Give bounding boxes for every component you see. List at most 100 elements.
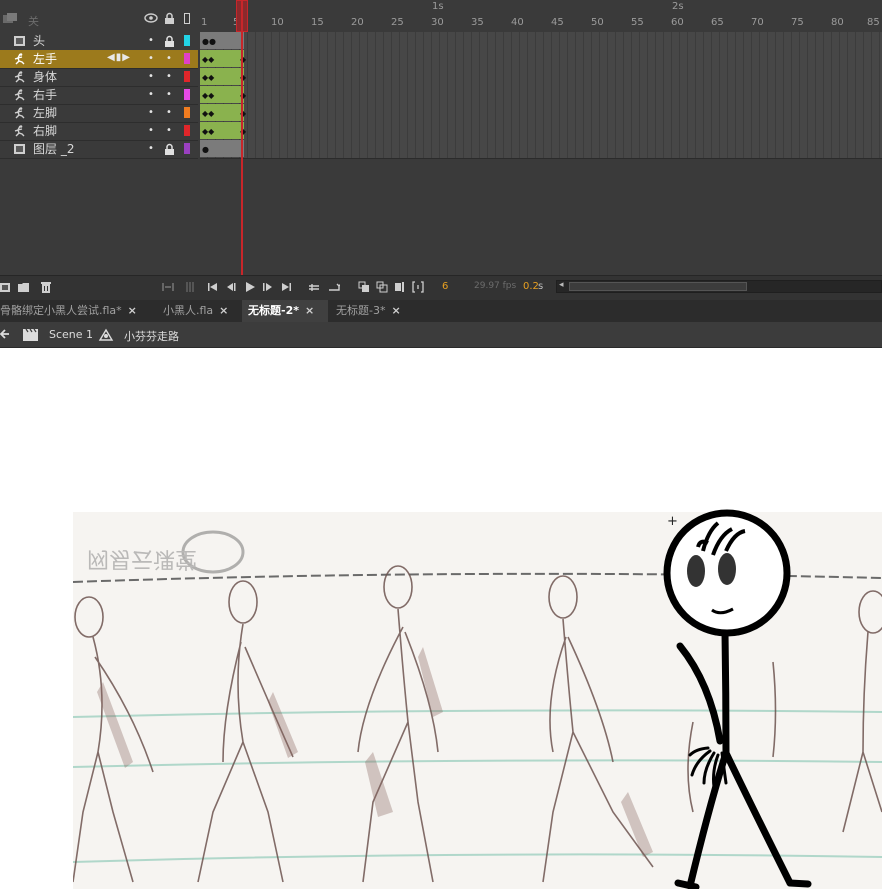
lock-dot[interactable]: • [166, 124, 172, 138]
ruler-number: 1 [201, 17, 208, 28]
document-tab-active[interactable]: 无标题-2* × [242, 300, 328, 322]
static-frame-span[interactable]: ●● [200, 32, 244, 49]
layer-row-left-foot[interactable]: 左脚 • • [0, 104, 198, 123]
layer-color-swatch[interactable] [184, 53, 190, 64]
scrollbar-thumb[interactable] [569, 282, 747, 291]
scroll-left-arrow-icon[interactable]: ◂ [559, 280, 564, 290]
frame-row[interactable]: ◆◆ ◆ [200, 86, 882, 105]
close-tab-icon[interactable]: × [128, 304, 137, 317]
lock-dot[interactable]: • [166, 70, 172, 84]
scene-name[interactable]: Scene 1 [49, 328, 93, 341]
lock-dot[interactable]: • [166, 52, 172, 66]
static-frame-span[interactable]: ● [200, 140, 244, 157]
edit-multiple-frames-icon[interactable] [394, 281, 406, 293]
layer-row-head[interactable]: 头 • [0, 32, 198, 51]
new-folder-icon[interactable] [18, 281, 30, 293]
layer-color-swatch[interactable] [184, 107, 190, 118]
panel-grip-icon[interactable] [184, 281, 196, 293]
pose-tween-span[interactable]: ◆◆ ◆ [200, 104, 246, 121]
frame-row[interactable]: ◆◆ ◆ [200, 122, 882, 141]
frame-ruler[interactable]: 1s 2s 1 5 10 15 20 25 30 35 40 45 50 55 … [200, 0, 882, 33]
layer-color-swatch[interactable] [184, 35, 190, 46]
step-forward-icon[interactable] [262, 281, 274, 293]
center-playhead-icon[interactable] [328, 281, 340, 293]
visibility-dot[interactable]: • [148, 34, 154, 48]
visibility-dot[interactable]: • [148, 106, 154, 120]
play-icon[interactable] [244, 281, 256, 293]
frame-row[interactable]: ◆◆ ◆ [200, 68, 882, 87]
visibility-dot[interactable]: • [148, 70, 154, 84]
onion-outline-icon[interactable] [376, 281, 388, 293]
keyframe[interactable]: ◆◆ [202, 110, 214, 118]
layer-row-right-foot[interactable]: 右脚 • • [0, 122, 198, 141]
keyframe[interactable]: ● [202, 146, 209, 154]
keyframe[interactable]: ●● [202, 38, 216, 46]
bone-layer-icon [14, 89, 25, 101]
outline-all-icon[interactable] [184, 13, 191, 25]
loop-icon[interactable] [308, 281, 320, 293]
onion-skin-icon[interactable] [358, 281, 370, 293]
visibility-dot[interactable]: • [148, 88, 154, 102]
stick-figure-character[interactable] [600, 503, 882, 889]
pose-tween-span[interactable]: ◆◆ ◆ [200, 68, 246, 85]
lock-icon[interactable] [164, 35, 175, 47]
layer-row-left-hand[interactable]: 左手 ◀▮▶ • • [0, 50, 198, 69]
document-tab[interactable]: 小黑人.fla × [157, 300, 234, 322]
document-tab[interactable]: 无标题-3* × [330, 300, 407, 322]
go-to-last-frame-icon[interactable] [280, 281, 292, 293]
close-tab-icon[interactable]: × [219, 304, 228, 317]
go-to-first-frame-icon[interactable] [207, 281, 219, 293]
layer-row-right-hand[interactable]: 右手 • • [0, 86, 198, 105]
show-all-eye-icon[interactable] [144, 13, 158, 23]
center-frame-icon[interactable] [162, 281, 174, 293]
modify-markers-icon[interactable] [412, 281, 424, 293]
close-tab-icon[interactable]: × [305, 304, 314, 317]
frame-grid[interactable]: ●● ◆◆ ◆ ◆◆ ◆ ◆◆ ◆ ◆◆ ◆ ◆◆ ◆ ● [200, 32, 882, 159]
layer-row-layer-2[interactable]: 图层 _2 • [0, 140, 198, 159]
playhead-line[interactable] [241, 0, 243, 300]
symbol-name[interactable]: 小芬芬走路 [124, 328, 179, 344]
lock-icon[interactable] [164, 143, 175, 155]
layer-color-swatch[interactable] [184, 143, 190, 154]
keyframe[interactable]: ◆◆ [202, 56, 214, 64]
frame-row[interactable]: ●● [200, 32, 882, 51]
frame-row[interactable]: ◆◆ ◆ [200, 104, 882, 123]
layer-color-swatch[interactable] [184, 125, 190, 136]
current-frame[interactable]: 6 [442, 281, 448, 292]
step-back-icon[interactable] [225, 281, 237, 293]
layer-row-body[interactable]: 身体 • • [0, 68, 198, 87]
lock-all-icon[interactable] [164, 12, 175, 25]
layer-color-swatch[interactable] [184, 71, 190, 82]
bone-layer-icon [14, 125, 25, 137]
frame-row[interactable]: ◆◆ ◆ [200, 50, 882, 69]
ruler-number: 20 [351, 17, 364, 28]
keyframe[interactable]: ◆◆ [202, 128, 214, 136]
stage[interactable]: 网易云课堂 + [0, 348, 882, 889]
frame-row[interactable]: ● [200, 140, 882, 159]
ruler-number: 45 [551, 17, 564, 28]
keyframe[interactable]: ◆◆ [202, 92, 214, 100]
visibility-dot[interactable]: • [148, 52, 154, 66]
frame-rate[interactable]: 29.97 fps [474, 281, 516, 291]
visibility-dot[interactable]: • [148, 142, 154, 156]
lock-dot[interactable]: • [166, 88, 172, 102]
keyframe[interactable]: ◆◆ [202, 74, 214, 82]
pose-tween-span[interactable]: ◆◆ ◆ [200, 122, 246, 139]
layer-color-swatch[interactable] [184, 89, 190, 100]
new-layer-icon[interactable] [0, 281, 12, 293]
close-tab-icon[interactable]: × [391, 304, 400, 317]
visibility-dot[interactable]: • [148, 124, 154, 138]
document-tab[interactable]: 骨骼绑定小黑人尝试.fla* × [0, 300, 143, 322]
stick-figure-head[interactable] [663, 509, 791, 637]
lock-dot[interactable]: • [166, 106, 172, 120]
stick-figure-body[interactable] [674, 629, 812, 889]
back-arrow-icon[interactable] [0, 329, 10, 340]
layer-frame-nav[interactable]: ◀▮▶ [107, 52, 131, 63]
pose-tween-span[interactable]: ◆◆ ◆ [200, 86, 246, 103]
pose-tween-span[interactable]: ◆◆ ◆ [200, 50, 246, 67]
layer-name: 左手 [33, 52, 58, 66]
bone-layer-icon [14, 107, 25, 119]
timeline-scrollbar[interactable]: ◂ [556, 280, 882, 293]
elapsed-time[interactable]: 0.2 [523, 281, 539, 292]
delete-layer-icon[interactable] [40, 281, 52, 293]
